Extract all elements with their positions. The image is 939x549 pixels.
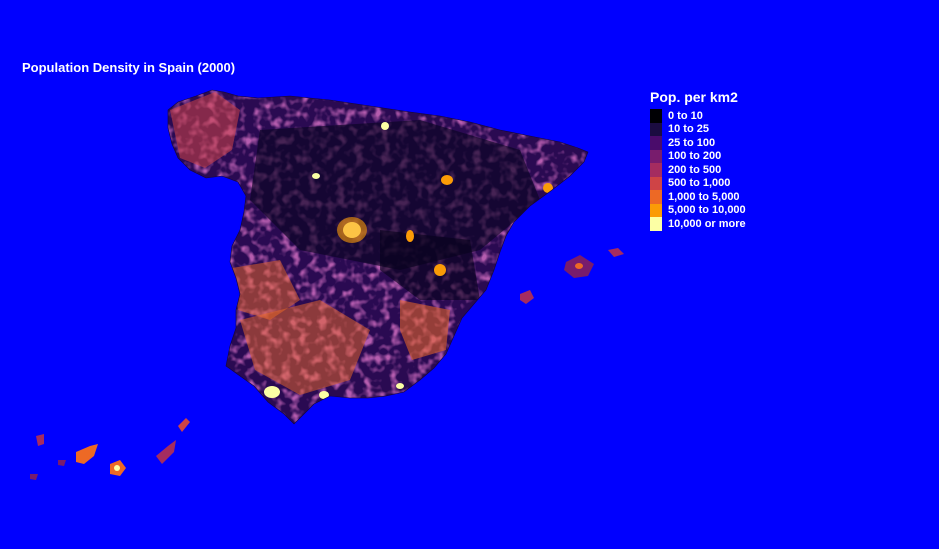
legend-item: 25 to 100 <box>650 136 746 150</box>
legend-swatch <box>650 176 662 190</box>
map-legend: Pop. per km2 0 to 10 10 to 25 25 to 100 … <box>650 89 746 231</box>
canary-islands <box>30 418 190 480</box>
legend-label: 0 to 10 <box>668 109 703 122</box>
legend-swatch <box>650 203 662 217</box>
legend-item: 10 to 25 <box>650 122 746 136</box>
legend-label: 500 to 1,000 <box>668 177 731 190</box>
legend-swatch <box>650 136 662 150</box>
legend-item: 0 to 10 <box>650 109 746 123</box>
legend-swatch <box>650 122 662 136</box>
mainland-spain <box>167 89 589 425</box>
legend-item: 1,000 to 5,000 <box>650 190 746 204</box>
legend-rows: 0 to 10 10 to 25 25 to 100 100 to 200 20… <box>650 109 746 231</box>
legend-swatch <box>650 217 662 231</box>
legend-item: 10,000 or more <box>650 217 746 231</box>
legend-item: 200 to 500 <box>650 163 746 177</box>
legend-title: Pop. per km2 <box>650 89 738 105</box>
legend-label: 10 to 25 <box>668 123 709 136</box>
legend-swatch <box>650 190 662 204</box>
legend-item: 5,000 to 10,000 <box>650 203 746 217</box>
spain-density-map <box>30 89 624 480</box>
legend-swatch <box>650 163 662 177</box>
legend-label: 10,000 or more <box>668 217 746 230</box>
legend-label: 200 to 500 <box>668 163 722 176</box>
balearic-islands <box>520 248 624 304</box>
legend-swatch <box>650 149 662 163</box>
legend-label: 1,000 to 5,000 <box>668 190 740 203</box>
legend-item: 500 to 1,000 <box>650 176 746 190</box>
legend-swatch <box>650 109 662 123</box>
legend-item: 100 to 200 <box>650 149 746 163</box>
legend-label: 25 to 100 <box>668 136 716 149</box>
legend-label: 5,000 to 10,000 <box>668 204 746 217</box>
legend-label: 100 to 200 <box>668 150 722 163</box>
